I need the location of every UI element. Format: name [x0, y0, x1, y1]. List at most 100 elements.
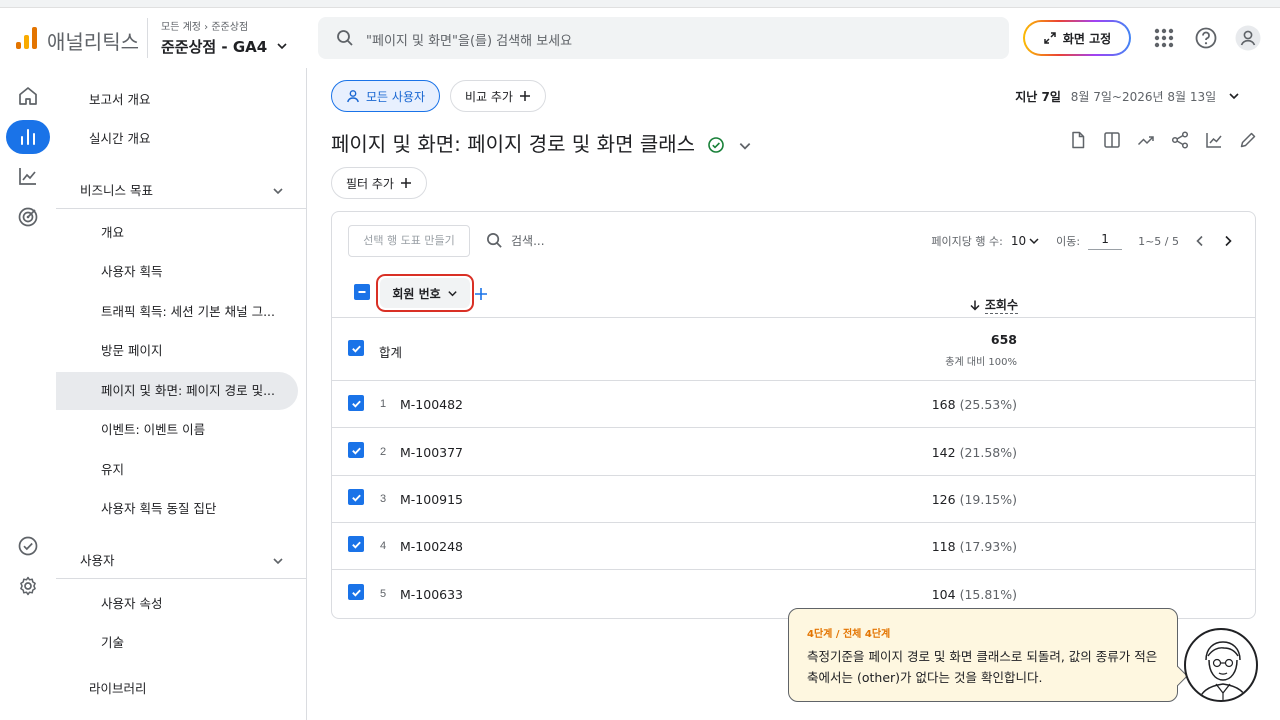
- nav-report-overview[interactable]: 보고서 개요: [56, 81, 298, 119]
- row-member-id[interactable]: M-100633: [400, 587, 463, 602]
- table-row: 2 M-100377 142 (21.58%): [332, 428, 1255, 476]
- insights-trend-icon[interactable]: [1136, 130, 1156, 150]
- check-icon: [351, 494, 361, 502]
- date-range-selector[interactable]: 지난 7일 8월 7일~2026년 8월 13일: [1015, 88, 1240, 105]
- breadcrumb-account: 모든 계정: [161, 22, 201, 33]
- nav-item-traffic-acquisition[interactable]: 트래픽 획득: 세션 기본 채널 그...: [56, 293, 298, 331]
- expand-icon: [1044, 32, 1056, 44]
- nav-item-user-attributes[interactable]: 사용자 속성: [56, 585, 298, 623]
- segment-label: 모든 사용자: [366, 89, 426, 104]
- date-range-value: 8월 7일~2026년 8월 13일: [1070, 90, 1217, 104]
- nav-item-cohort[interactable]: 사용자 획득 동질 집단: [56, 490, 298, 528]
- reports-nav[interactable]: [6, 120, 50, 154]
- pin-screen-label: 화면 고정: [1062, 31, 1112, 46]
- browser-top-strip: [0, 0, 1280, 8]
- total-checkbox[interactable]: [348, 340, 364, 356]
- table-total-row: 합계 658 총계 대비 100%: [332, 318, 1255, 381]
- configure-nav[interactable]: [6, 529, 50, 563]
- bar-chart-icon: [21, 129, 35, 145]
- report-navigation: 보고서 개요 실시간 개요 비즈니스 목표 개요 사용자 획득 트래픽 획득: …: [56, 68, 306, 720]
- home-icon: [19, 87, 37, 105]
- document-icon[interactable]: [1068, 130, 1088, 150]
- nav-item-events[interactable]: 이벤트: 이벤트 이름: [56, 411, 298, 449]
- chevron-down-icon: [273, 558, 283, 565]
- select-all-checkbox[interactable]: [354, 284, 370, 300]
- check-circle-icon: [18, 536, 38, 556]
- row-checkbox[interactable]: [348, 489, 364, 505]
- explore-nav[interactable]: [6, 159, 50, 193]
- row-member-id[interactable]: M-100915: [400, 492, 463, 507]
- compare-columns-icon[interactable]: [1102, 130, 1122, 150]
- chevron-down-icon: [1229, 93, 1239, 100]
- row-checkbox[interactable]: [348, 584, 364, 600]
- property-selector[interactable]: 준준상점 - GA4: [161, 36, 288, 57]
- report-toolbar: [1068, 130, 1258, 150]
- breadcrumb[interactable]: 모든 계정 › 준준상점: [161, 18, 248, 33]
- make-chart-button[interactable]: 선택 행 도표 만들기: [348, 225, 470, 257]
- global-search-input[interactable]: "페이지 및 화면"을(를) 검색해 보세요: [318, 17, 1009, 59]
- comparison-label: 비교 추가: [465, 89, 513, 104]
- add-comparison-chip[interactable]: 비교 추가: [450, 80, 546, 112]
- dimension-selector[interactable]: 회원 번호: [380, 278, 470, 308]
- analytics-logo[interactable]: [16, 27, 38, 49]
- row-metric: 168 (25.53%): [932, 397, 1017, 412]
- user-icon: [347, 90, 359, 103]
- table-search-input[interactable]: 검색...: [486, 232, 545, 249]
- left-rail: [0, 68, 56, 720]
- row-percent: (15.81%): [959, 587, 1017, 602]
- nav-item-tech[interactable]: 기술: [56, 624, 298, 662]
- home-nav[interactable]: [6, 79, 50, 113]
- chevron-down-icon[interactable]: [738, 139, 752, 153]
- row-member-id[interactable]: M-100377: [400, 445, 463, 460]
- date-range-label: 지난 7일: [1015, 90, 1061, 104]
- nav-library[interactable]: 라이브러리: [56, 670, 298, 708]
- apps-grid-icon[interactable]: [1151, 25, 1177, 51]
- page-range: 1~5 / 5: [1138, 234, 1179, 248]
- tutorial-step: 4단계 / 전체 4단계: [807, 629, 891, 640]
- admin-nav[interactable]: [6, 569, 50, 603]
- row-member-id[interactable]: M-100248: [400, 539, 463, 554]
- pin-screen-button[interactable]: 화면 고정: [1023, 20, 1131, 56]
- account-icon[interactable]: [1235, 25, 1261, 51]
- row-checkbox[interactable]: [348, 395, 364, 411]
- share-icon[interactable]: [1170, 130, 1190, 150]
- rows-per-page-select[interactable]: 10: [1011, 234, 1040, 248]
- edit-pencil-icon[interactable]: [1238, 130, 1258, 150]
- row-member-id[interactable]: M-100482: [400, 397, 463, 412]
- report-title: 페이지 및 화면: 페이지 경로 및 화면 클래스: [331, 128, 752, 157]
- table-header: 회원 번호 조회수: [332, 272, 1255, 318]
- section-label: 비즈니스 목표: [80, 183, 153, 198]
- chart-view-icon[interactable]: [1204, 130, 1224, 150]
- chevron-down-icon: [1029, 238, 1039, 245]
- nav-item-landing-page[interactable]: 방문 페이지: [56, 332, 298, 370]
- pagination: 페이지당 행 수: 10 이동: 1 1~5 / 5: [931, 232, 1235, 250]
- section-divider: [56, 208, 306, 209]
- add-dimension-plus-icon[interactable]: [474, 287, 488, 301]
- advertising-nav[interactable]: [6, 200, 50, 234]
- help-icon[interactable]: [1193, 25, 1219, 51]
- row-value: 118: [931, 539, 956, 554]
- segment-chip[interactable]: 모든 사용자: [331, 80, 441, 112]
- chevron-right-icon[interactable]: [1221, 234, 1235, 248]
- section-divider: [56, 578, 306, 579]
- plus-icon: [519, 91, 530, 101]
- row-checkbox[interactable]: [348, 442, 364, 458]
- nav-section-user[interactable]: 사용자: [80, 543, 284, 579]
- nav-section-business-goals[interactable]: 비즈니스 목표: [80, 173, 284, 209]
- row-checkbox[interactable]: [348, 536, 364, 552]
- add-filter-chip[interactable]: 필터 추가: [331, 167, 427, 199]
- nav-item-user-acquisition[interactable]: 사용자 획득: [56, 253, 298, 291]
- chevron-left-icon[interactable]: [1193, 234, 1207, 248]
- dimension-label: 회원 번호: [392, 286, 441, 301]
- nav-item-retention[interactable]: 유지: [56, 451, 298, 489]
- check-icon: [351, 345, 361, 353]
- nav-item-pages-and-screens[interactable]: 페이지 및 화면: 페이지 경로 및...: [56, 372, 298, 410]
- metric-column-header[interactable]: 조회수: [969, 296, 1018, 314]
- goto-page-input[interactable]: 1: [1088, 232, 1123, 250]
- filter-label: 필터 추가: [346, 176, 394, 191]
- nav-item-overview[interactable]: 개요: [56, 214, 298, 252]
- nav-realtime-overview[interactable]: 실시간 개요: [56, 120, 298, 158]
- row-index: 1: [380, 398, 387, 410]
- row-value: 126: [931, 492, 956, 507]
- table-search-placeholder: 검색...: [511, 234, 545, 248]
